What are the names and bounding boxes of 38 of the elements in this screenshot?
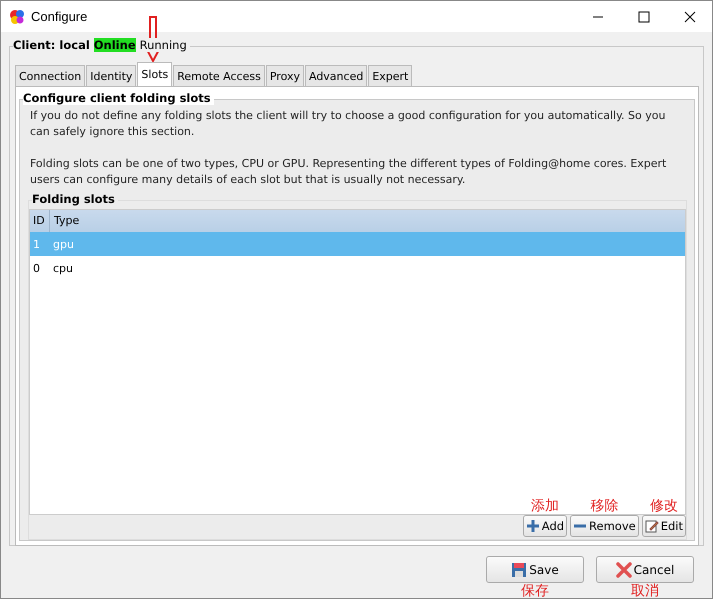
state-label: Running bbox=[140, 38, 187, 52]
annotation-text: 保存 bbox=[521, 583, 549, 598]
floppy-icon bbox=[511, 562, 528, 578]
status-badge: Online bbox=[94, 38, 136, 52]
column-header[interactable]: Type bbox=[50, 210, 80, 232]
save-button[interactable]: Save bbox=[486, 556, 584, 583]
annotation-text: 添加 bbox=[530, 497, 559, 515]
cross-icon bbox=[616, 562, 632, 578]
table-cell-text: 0 bbox=[32, 262, 41, 274]
table-cell-text: gpu bbox=[52, 238, 74, 250]
cancel-button[interactable]: Cancel bbox=[596, 556, 694, 583]
annotation-text: 修改 bbox=[650, 497, 678, 515]
tab[interactable]: Identity bbox=[86, 65, 136, 86]
table-cell-text: 1 bbox=[32, 238, 41, 250]
plus-icon bbox=[526, 519, 540, 533]
remove-button[interactable]: Remove bbox=[570, 515, 639, 537]
tab[interactable]: Proxy bbox=[266, 65, 304, 86]
description-text: If you do not define any folding slots the client will try to choose a good configuration for you automatically. So you can safely ignore this section. bbox=[30, 108, 666, 140]
table-row[interactable]: 0 cpu bbox=[30, 256, 685, 280]
window-title: Configure bbox=[31, 9, 88, 24]
pencil-icon bbox=[644, 519, 659, 533]
tab[interactable]: Advanced bbox=[304, 65, 368, 86]
annotation-text: 取消 bbox=[631, 583, 659, 598]
app-logo-icon bbox=[9, 8, 25, 24]
maximize-icon[interactable] bbox=[638, 10, 650, 22]
tab[interactable]: Connection bbox=[15, 65, 86, 86]
section-title: Configure client folding slots bbox=[23, 91, 211, 105]
tab[interactable]: Expert bbox=[368, 65, 412, 86]
add-button[interactable]: Add bbox=[522, 515, 568, 537]
client-label: Client: local bbox=[13, 38, 90, 52]
tab[interactable]: Slots bbox=[137, 62, 172, 86]
annotation-text: 移除 bbox=[590, 497, 618, 515]
table-cell-text: cpu bbox=[52, 262, 74, 274]
close-icon[interactable] bbox=[684, 10, 696, 22]
group-title: Folding slots bbox=[32, 192, 115, 206]
tab[interactable]: Remote Access bbox=[173, 65, 265, 86]
edit-button[interactable]: Edit bbox=[642, 515, 686, 537]
description-text: Folding slots can be one of two types, CPU or GPU. Representing the different types of Folding@home cores. Expert users can configure many details of each slot but that is usually not necessary. bbox=[30, 156, 668, 188]
